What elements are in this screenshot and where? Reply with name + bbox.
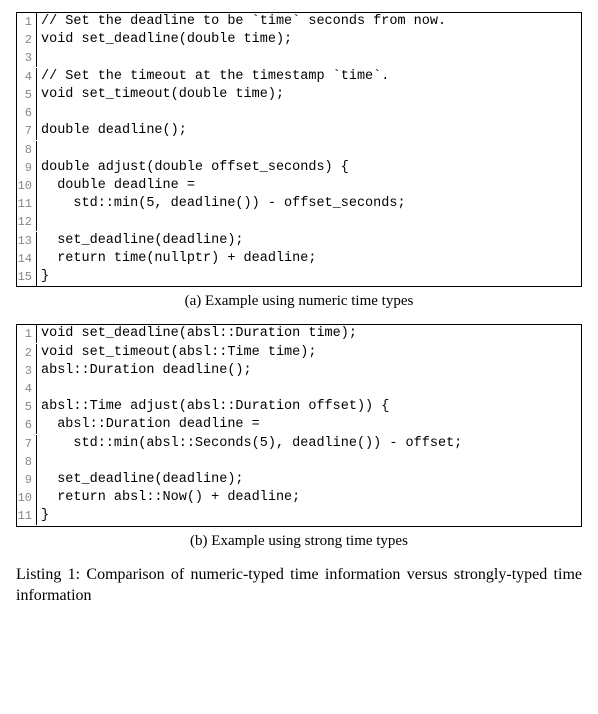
code-text: } — [37, 507, 49, 525]
line-number: 1 — [17, 13, 37, 31]
code-line: 9 set_deadline(deadline); — [17, 471, 581, 489]
code-line: 7 std::min(absl::Seconds(5), deadline())… — [17, 435, 581, 453]
code-line: 9double adjust(double offset_seconds) { — [17, 159, 581, 177]
code-line: 11 std::min(5, deadline()) - offset_seco… — [17, 195, 581, 213]
line-number: 6 — [17, 104, 37, 122]
code-line: 3absl::Duration deadline(); — [17, 362, 581, 380]
line-number: 8 — [17, 141, 37, 159]
line-number: 5 — [17, 86, 37, 104]
code-line: 6 — [17, 104, 581, 122]
code-text — [37, 453, 49, 471]
code-line: 5void set_timeout(double time); — [17, 86, 581, 104]
code-text: absl::Duration deadline = — [37, 416, 260, 434]
line-number: 4 — [17, 68, 37, 86]
listing-caption: Listing 1: Comparison of numeric-typed t… — [16, 564, 582, 607]
code-line: 15} — [17, 268, 581, 286]
code-line: 4// Set the timeout at the timestamp `ti… — [17, 68, 581, 86]
line-number: 4 — [17, 380, 37, 398]
line-number: 3 — [17, 49, 37, 67]
code-text: // Set the deadline to be `time` seconds… — [37, 13, 446, 31]
line-number: 6 — [17, 416, 37, 434]
code-text: set_deadline(deadline); — [37, 232, 244, 250]
code-text: absl::Time adjust(absl::Duration offset)… — [37, 398, 389, 416]
code-text — [37, 141, 49, 159]
code-line: 11} — [17, 507, 581, 525]
code-line: 10 double deadline = — [17, 177, 581, 195]
line-number: 9 — [17, 471, 37, 489]
code-text: return absl::Now() + deadline; — [37, 489, 300, 507]
line-number: 10 — [17, 177, 37, 195]
line-number: 7 — [17, 435, 37, 453]
code-line: 3 — [17, 49, 581, 67]
subcaption-a: (a) Example using numeric time types — [16, 293, 582, 310]
line-number: 11 — [17, 195, 37, 213]
line-number: 10 — [17, 489, 37, 507]
code-line: 13 set_deadline(deadline); — [17, 232, 581, 250]
code-line: 8 — [17, 141, 581, 159]
code-text: double deadline = — [37, 177, 195, 195]
code-line: 4 — [17, 380, 581, 398]
code-text: std::min(absl::Seconds(5), deadline()) -… — [37, 435, 462, 453]
code-text: return time(nullptr) + deadline; — [37, 250, 316, 268]
code-text: void set_timeout(double time); — [37, 86, 284, 104]
line-number: 8 — [17, 453, 37, 471]
code-line: 2void set_deadline(double time); — [17, 31, 581, 49]
code-block-b: 1void set_deadline(absl::Duration time);… — [16, 324, 582, 526]
code-line: 14 return time(nullptr) + deadline; — [17, 250, 581, 268]
code-line: 1void set_deadline(absl::Duration time); — [17, 325, 581, 343]
line-number: 1 — [17, 325, 37, 343]
code-text: } — [37, 268, 49, 286]
code-text — [37, 104, 49, 122]
code-text — [37, 380, 49, 398]
line-number: 15 — [17, 268, 37, 286]
line-number: 2 — [17, 31, 37, 49]
code-text: absl::Duration deadline(); — [37, 362, 252, 380]
line-number: 5 — [17, 398, 37, 416]
code-text: set_deadline(deadline); — [37, 471, 244, 489]
code-text: std::min(5, deadline()) - offset_seconds… — [37, 195, 406, 213]
code-line: 2void set_timeout(absl::Time time); — [17, 344, 581, 362]
code-line: 8 — [17, 453, 581, 471]
code-text — [37, 213, 49, 231]
code-line: 6 absl::Duration deadline = — [17, 416, 581, 434]
line-number: 2 — [17, 344, 37, 362]
subcaption-b: (b) Example using strong time types — [16, 533, 582, 550]
code-text: double deadline(); — [37, 122, 187, 140]
code-text: void set_deadline(double time); — [37, 31, 292, 49]
code-line: 10 return absl::Now() + deadline; — [17, 489, 581, 507]
code-text: void set_timeout(absl::Time time); — [37, 344, 316, 362]
line-number: 11 — [17, 507, 37, 525]
code-line: 12 — [17, 213, 581, 231]
line-number: 9 — [17, 159, 37, 177]
line-number: 12 — [17, 213, 37, 231]
line-number: 13 — [17, 232, 37, 250]
code-text: // Set the timeout at the timestamp `tim… — [37, 68, 389, 86]
line-number: 7 — [17, 122, 37, 140]
line-number: 3 — [17, 362, 37, 380]
code-text: double adjust(double offset_seconds) { — [37, 159, 349, 177]
code-text: void set_deadline(absl::Duration time); — [37, 325, 357, 343]
code-block-a: 1// Set the deadline to be `time` second… — [16, 12, 582, 287]
code-text — [37, 49, 49, 67]
code-line: 1// Set the deadline to be `time` second… — [17, 13, 581, 31]
code-line: 5absl::Time adjust(absl::Duration offset… — [17, 398, 581, 416]
line-number: 14 — [17, 250, 37, 268]
code-line: 7double deadline(); — [17, 122, 581, 140]
